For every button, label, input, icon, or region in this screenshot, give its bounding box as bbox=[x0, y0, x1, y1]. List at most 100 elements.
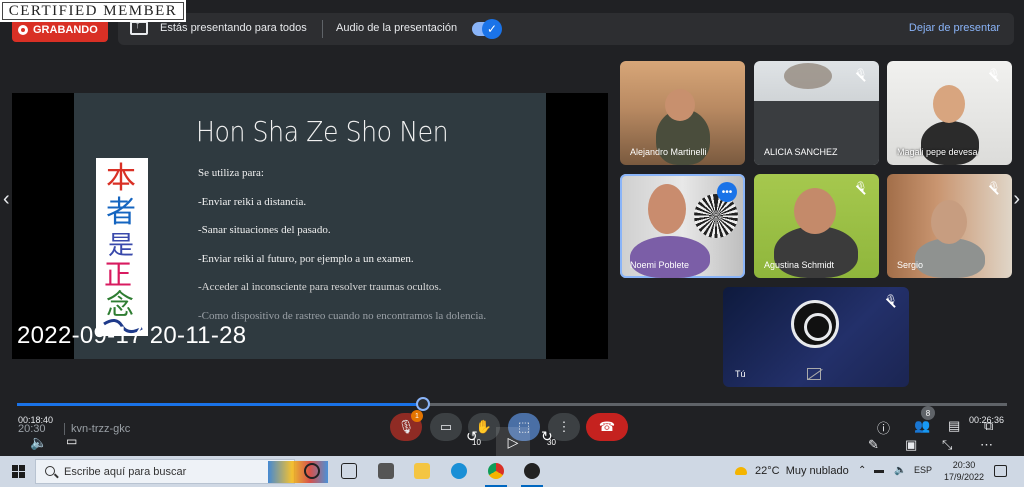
ceiling-fan bbox=[784, 63, 832, 89]
slide: 本 者 是 正 念 Hon Sha Ze Sho Nen Se utiliza … bbox=[74, 93, 546, 359]
temperature: 22°C bbox=[755, 465, 780, 477]
end-call-button[interactable]: ☎ bbox=[586, 413, 628, 441]
weather-widget[interactable]: 22°C Muy nublado bbox=[735, 465, 849, 477]
participant-tile[interactable]: 🎙 Agustina Schmidt bbox=[754, 174, 879, 278]
record-icon bbox=[18, 25, 28, 35]
more-options-icon[interactable]: ••• bbox=[717, 182, 737, 202]
taskbar-time: 20:30 bbox=[952, 460, 976, 470]
participant-face bbox=[665, 89, 695, 121]
weather-icon bbox=[735, 467, 747, 476]
svg-text:本: 本 bbox=[106, 161, 136, 196]
presentation-area: 本 者 是 正 念 Hon Sha Ze Sho Nen Se utiliza … bbox=[12, 93, 608, 359]
divider bbox=[322, 20, 323, 38]
presenting-text: Estás presentando para todos bbox=[160, 22, 307, 34]
participant-face bbox=[648, 184, 686, 234]
mic-off-icon: 🎙 bbox=[853, 182, 869, 198]
camera-button[interactable]: ▭ bbox=[430, 413, 462, 441]
svg-text:者: 者 bbox=[106, 195, 136, 230]
playback-progress-bar[interactable] bbox=[17, 397, 1007, 411]
taskbar-search[interactable]: Escribe aquí para buscar bbox=[35, 459, 328, 484]
participant-tile[interactable]: 🎙 Sergio bbox=[887, 174, 1012, 278]
slide-line: -Enviar reiki a distancia. bbox=[198, 195, 307, 208]
speaker-icon[interactable]: 🔈 bbox=[894, 465, 906, 476]
participant-face bbox=[794, 188, 836, 234]
audio-toggle[interactable]: ✓ bbox=[472, 19, 502, 39]
app-icon[interactable] bbox=[378, 463, 394, 479]
present-screen-icon bbox=[130, 19, 148, 35]
slide-line: -Enviar reiki al futuro, por ejemplo a u… bbox=[198, 252, 414, 265]
activities-icon[interactable]: ⧉ bbox=[984, 418, 993, 434]
participant-tile[interactable]: 🎙 Magali pepe devesa bbox=[887, 61, 1012, 165]
mic-off-icon: 🎙 bbox=[397, 419, 415, 434]
people-icon[interactable]: 👥 bbox=[914, 418, 930, 434]
participant-video bbox=[915, 238, 985, 278]
play-button[interactable]: ▷ bbox=[496, 427, 530, 457]
hang-up-icon: ☎ bbox=[598, 419, 616, 434]
edit-icon[interactable]: ✎ bbox=[868, 437, 879, 453]
search-placeholder: Escribe aquí para buscar bbox=[64, 465, 187, 478]
self-tile[interactable]: 🎙 Tú bbox=[723, 287, 909, 387]
volume-icon[interactable]: 🔈 bbox=[30, 434, 47, 451]
audio-label: Audio de la presentación bbox=[336, 22, 458, 34]
more-vert-icon: ⋮ bbox=[557, 419, 571, 434]
chevron-left-icon[interactable]: ‹ bbox=[3, 188, 10, 211]
stop-presenting-button[interactable]: Dejar de presentar bbox=[909, 22, 1000, 34]
mic-button[interactable]: 🎙 1 bbox=[390, 410, 423, 441]
rewind-button[interactable]: ↺ 10 bbox=[466, 428, 481, 447]
chevron-right-icon[interactable]: › bbox=[1013, 188, 1020, 211]
hand-icon: ✋ bbox=[475, 419, 493, 434]
participant-face bbox=[933, 85, 965, 123]
slide-title: Hon Sha Ze Sho Nen bbox=[196, 115, 449, 148]
taskbar-clock[interactable]: 20:30 17/9/2022 bbox=[944, 459, 984, 483]
recording-timestamp: 2022-09-17 20-11-28 bbox=[17, 322, 247, 349]
svg-text:是: 是 bbox=[108, 231, 134, 261]
participant-name: Sergio bbox=[897, 260, 924, 270]
slide-line: -Sanar situaciones del pasado. bbox=[198, 224, 331, 236]
more-options-button[interactable]: ⋮ bbox=[548, 413, 580, 441]
participant-name: Magali pepe devesa bbox=[897, 147, 978, 157]
reiki-symbol-image: 本 者 是 正 念 bbox=[96, 158, 148, 336]
language-indicator[interactable]: ESP bbox=[914, 465, 932, 475]
notification-icon[interactable] bbox=[994, 465, 1007, 477]
svg-text:正: 正 bbox=[104, 258, 132, 291]
slide-body: Se utiliza para: -Enviar reiki a distanc… bbox=[198, 167, 518, 338]
info-icon[interactable]: ⓘ bbox=[877, 418, 890, 437]
svg-text:念: 念 bbox=[106, 288, 134, 321]
recording-label: GRABANDO bbox=[33, 24, 98, 36]
camera-off-icon bbox=[807, 368, 821, 380]
participant-name: Agustina Schmidt bbox=[764, 260, 835, 270]
mic-off-icon: 🎙 bbox=[883, 295, 899, 311]
forward-seconds: 30 bbox=[547, 438, 556, 447]
mic-off-icon: 🎙 bbox=[986, 69, 1002, 85]
chrome-icon[interactable] bbox=[488, 463, 504, 479]
exit-fullscreen-icon[interactable]: ⤡ bbox=[942, 437, 952, 453]
task-view-icon[interactable] bbox=[341, 463, 357, 479]
check-icon: ✓ bbox=[482, 19, 502, 39]
edge-icon[interactable] bbox=[451, 463, 467, 479]
obs-icon[interactable] bbox=[524, 463, 540, 479]
participant-tile[interactable]: ••• Noemi Poblete bbox=[620, 174, 745, 278]
file-explorer-icon[interactable] bbox=[414, 463, 430, 479]
play-icon: ▷ bbox=[507, 433, 519, 450]
network-icon[interactable]: ▬ bbox=[874, 465, 884, 476]
search-icon bbox=[45, 466, 55, 476]
self-name: Tú bbox=[735, 369, 746, 379]
participant-name: ALICIA SANCHEZ bbox=[764, 147, 838, 157]
forward-button[interactable]: ↻ 30 bbox=[541, 428, 556, 447]
windows-start-icon[interactable] bbox=[12, 465, 25, 478]
participant-tile[interactable]: 🎙 ALICIA SANCHEZ bbox=[754, 61, 879, 165]
rewind-seconds: 10 bbox=[472, 438, 481, 447]
cortana-icon[interactable] bbox=[304, 463, 320, 479]
chat-icon[interactable]: ▤ bbox=[948, 418, 960, 434]
miniplayer-icon[interactable]: ▣ bbox=[905, 437, 917, 453]
weather-condition: Muy nublado bbox=[785, 465, 849, 477]
participant-tile[interactable]: Alejandro Martinelli bbox=[620, 61, 745, 165]
chevron-up-icon[interactable]: ⌃ bbox=[858, 465, 866, 476]
progress-handle[interactable] bbox=[415, 397, 430, 411]
more-horiz-icon[interactable]: ⋯ bbox=[980, 437, 993, 453]
mic-badge: 1 bbox=[411, 410, 423, 422]
camera-icon: ▭ bbox=[439, 419, 453, 434]
captions-icon[interactable]: ▭ bbox=[66, 434, 77, 448]
progress-fill bbox=[17, 403, 423, 406]
participant-name: Noemi Poblete bbox=[630, 260, 690, 270]
